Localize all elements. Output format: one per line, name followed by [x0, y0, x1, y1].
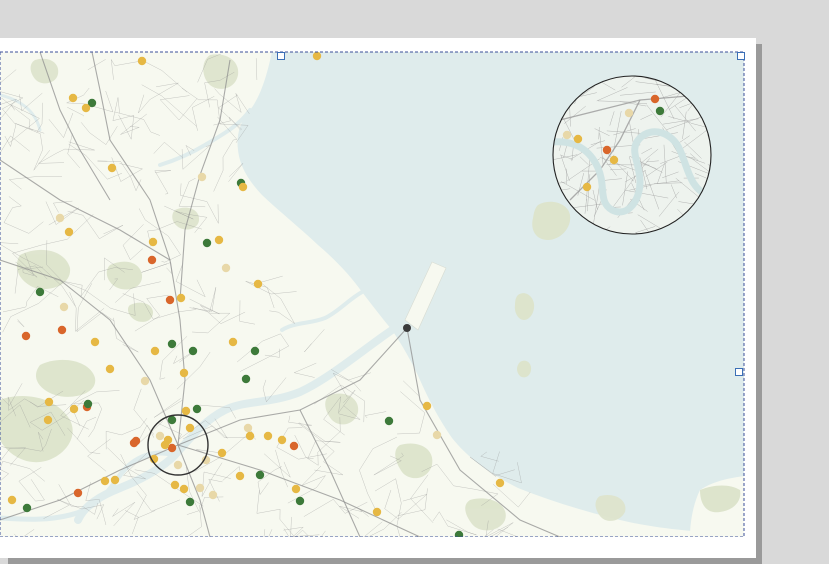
map-marker-yellow[interactable]: [69, 94, 77, 102]
map-marker-orange[interactable]: [166, 296, 174, 304]
map-marker-beige[interactable]: [433, 431, 441, 439]
map-marker-beige[interactable]: [156, 432, 164, 440]
map-marker-yellow[interactable]: [373, 508, 381, 516]
map-marker-yellow[interactable]: [91, 338, 99, 346]
map-marker-yellow[interactable]: [239, 183, 247, 191]
map-marker-green[interactable]: [168, 340, 176, 348]
map-marker-yellow[interactable]: [254, 280, 262, 288]
map-canvas[interactable]: [0, 0, 829, 537]
map-marker-green[interactable]: [23, 504, 31, 512]
map-marker-beige[interactable]: [174, 461, 182, 469]
map-marker-green[interactable]: [242, 375, 250, 383]
map-marker-yellow[interactable]: [236, 472, 244, 480]
map-marker-yellow[interactable]: [101, 477, 109, 485]
map-marker-yellow[interactable]: [292, 485, 300, 493]
map-frame: [0, 52, 749, 537]
selection-handle-right[interactable]: [735, 368, 743, 376]
inset-marker-beige[interactable]: [563, 131, 571, 139]
map-marker-yellow[interactable]: [65, 228, 73, 236]
map-marker-orange[interactable]: [290, 442, 298, 450]
map-marker-yellow[interactable]: [171, 481, 179, 489]
map-marker-yellow[interactable]: [180, 485, 188, 493]
map-marker-beige[interactable]: [141, 377, 149, 385]
inset-marker-yellow[interactable]: [610, 156, 618, 164]
map-marker-yellow[interactable]: [423, 402, 431, 410]
map-marker-yellow[interactable]: [186, 424, 194, 432]
inset-marker-beige[interactable]: [625, 109, 633, 117]
map-marker-yellow[interactable]: [161, 441, 169, 449]
map-marker-green[interactable]: [251, 347, 259, 355]
inset-marker-green[interactable]: [656, 107, 664, 115]
map-marker-yellow[interactable]: [138, 57, 146, 65]
map-marker-yellow[interactable]: [496, 479, 504, 487]
map-marker-beige[interactable]: [209, 491, 217, 499]
selection-handle-top-right[interactable]: [737, 52, 745, 60]
map-marker-orange[interactable]: [74, 489, 82, 497]
inset-marker-orange[interactable]: [651, 95, 659, 103]
map-marker-yellow[interactable]: [70, 405, 78, 413]
map-marker-orange[interactable]: [22, 332, 30, 340]
map-marker-yellow[interactable]: [278, 436, 286, 444]
map-marker-beige[interactable]: [196, 484, 204, 492]
map-marker-green[interactable]: [296, 497, 304, 505]
map-marker-yellow[interactable]: [182, 407, 190, 415]
map-marker-yellow[interactable]: [246, 432, 254, 440]
map-marker-yellow[interactable]: [111, 476, 119, 484]
map-marker-yellow[interactable]: [82, 104, 90, 112]
inset-marker-orange[interactable]: [603, 146, 611, 154]
map-marker-beige[interactable]: [60, 303, 68, 311]
map-marker-orange[interactable]: [58, 326, 66, 334]
map-marker-green[interactable]: [186, 498, 194, 506]
map-marker-yellow[interactable]: [229, 338, 237, 346]
map-marker-yellow[interactable]: [180, 369, 188, 377]
map-marker-beige[interactable]: [222, 264, 230, 272]
map-marker-yellow[interactable]: [149, 238, 157, 246]
map-marker-green[interactable]: [36, 288, 44, 296]
map-marker-yellow[interactable]: [108, 164, 116, 172]
map-marker-yellow[interactable]: [313, 52, 321, 60]
map-marker-green[interactable]: [84, 400, 92, 408]
inset-marker-yellow[interactable]: [574, 135, 582, 143]
map-marker-yellow[interactable]: [177, 294, 185, 302]
map-marker-yellow[interactable]: [8, 496, 16, 504]
map-marker-yellow[interactable]: [215, 236, 223, 244]
map-marker-yellow[interactable]: [106, 365, 114, 373]
selection-handle-top[interactable]: [277, 52, 285, 60]
map-marker-orange[interactable]: [148, 256, 156, 264]
map-marker-beige[interactable]: [244, 424, 252, 432]
map-marker-green[interactable]: [189, 347, 197, 355]
inset-marker-yellow[interactable]: [583, 183, 591, 191]
map-marker-dark[interactable]: [403, 324, 411, 332]
map-marker-yellow[interactable]: [45, 398, 53, 406]
map-marker-green[interactable]: [385, 417, 393, 425]
map-marker-yellow[interactable]: [264, 432, 272, 440]
map-marker-beige[interactable]: [198, 173, 206, 181]
map-marker-green[interactable]: [193, 405, 201, 413]
map-marker-green[interactable]: [203, 239, 211, 247]
map-marker-beige[interactable]: [56, 214, 64, 222]
map-marker-orange[interactable]: [132, 437, 140, 445]
map-marker-yellow[interactable]: [151, 347, 159, 355]
map-marker-green[interactable]: [256, 471, 264, 479]
map-marker-yellow[interactable]: [218, 449, 226, 457]
map-marker-yellow[interactable]: [44, 416, 52, 424]
